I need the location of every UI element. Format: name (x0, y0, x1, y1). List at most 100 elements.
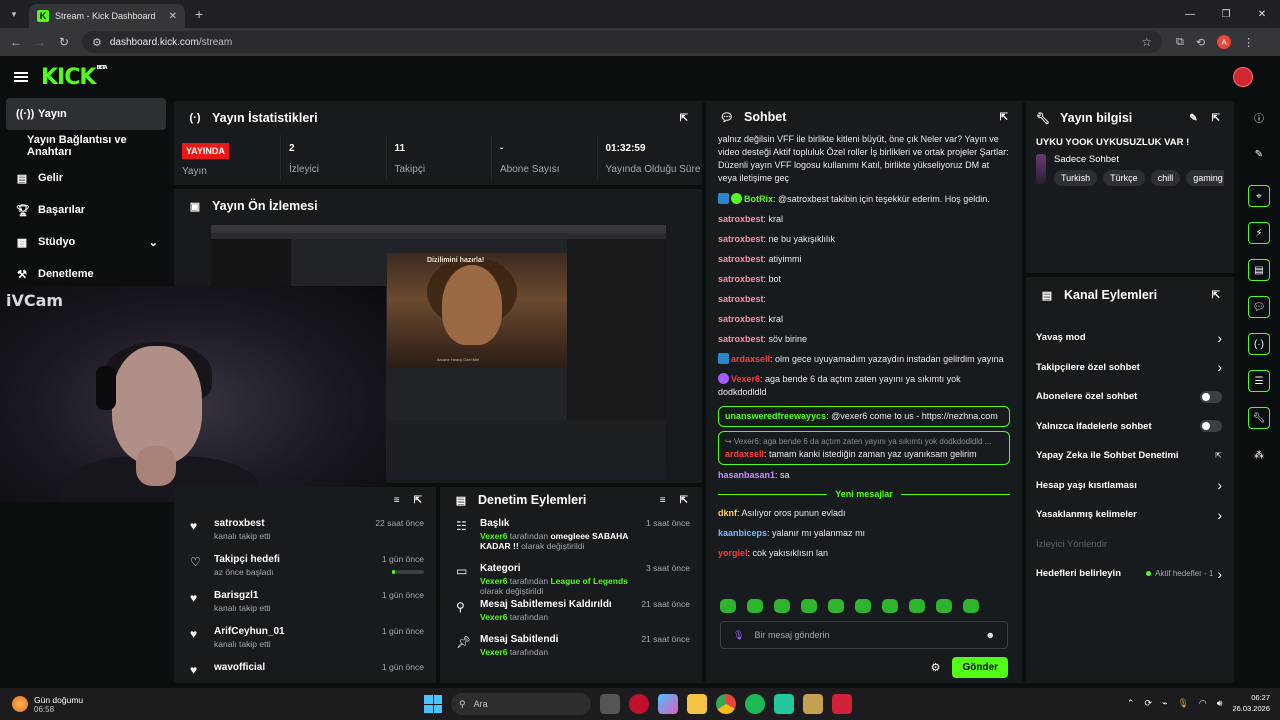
network-icon[interactable]: ⌁ (1162, 698, 1167, 709)
chat-message[interactable]: satroxbest: (718, 293, 1010, 306)
chat-message[interactable]: satroxbest: bot (718, 273, 1010, 286)
chat-username[interactable]: yorgiel (718, 548, 748, 558)
chat-username[interactable]: ardaxsell (725, 449, 764, 459)
chat-username[interactable]: satroxbest (718, 214, 764, 224)
chat-username[interactable]: BotRix (744, 194, 773, 204)
popout-icon[interactable]: ⇱ (680, 113, 688, 124)
minimize-button[interactable]: — (1172, 0, 1208, 28)
wifi-icon[interactable]: ◠ (1199, 698, 1207, 709)
close-window-button[interactable]: ✕ (1244, 0, 1280, 28)
chat-username[interactable]: satroxbest (718, 294, 764, 304)
sidebar-item-stream[interactable]: ((·)) Yayın (6, 98, 166, 130)
forward-button[interactable]: → (28, 35, 52, 49)
chat-message[interactable]: BotRix: @satroxbest takibin için teşekkü… (718, 193, 1010, 206)
spotify-icon[interactable] (745, 694, 765, 714)
chat-message[interactable]: satroxbest: kral (718, 213, 1010, 226)
emote-button[interactable] (747, 599, 763, 613)
chat-settings-icon[interactable]: ⚙ (931, 661, 941, 674)
chat-username[interactable]: satroxbest (718, 234, 764, 244)
emote-button[interactable] (936, 599, 952, 613)
close-tab-icon[interactable]: ✕ (169, 11, 177, 22)
chat-username[interactable]: satroxbest (718, 274, 764, 284)
chat-message[interactable]: ardaxsell: olm gece uyuyamadım yazaydın … (718, 353, 1010, 366)
subscribers-only-toggle[interactable] (1200, 390, 1222, 403)
popout-icon[interactable]: ⇱ (414, 495, 422, 506)
followers-only-row[interactable]: Takipçilere özel sohbet › (1026, 353, 1234, 383)
chevron-up-icon[interactable]: ⌃ (1127, 698, 1135, 709)
microphone-icon[interactable]: 🎙︎ (733, 630, 744, 641)
chat-username[interactable]: satroxbest (718, 334, 764, 344)
task-view-icon[interactable] (600, 694, 620, 714)
emote-only-toggle[interactable] (1200, 420, 1222, 433)
emote-button[interactable] (882, 599, 898, 613)
sync-icon[interactable]: ⟳ (1145, 698, 1153, 709)
chat-username[interactable]: ardaxsell (731, 354, 770, 364)
chrome-icon[interactable] (716, 694, 736, 714)
sidebar-item-studio[interactable]: ▦ Stüdyo ⌄ (0, 226, 172, 258)
maximize-button[interactable]: ❐ (1208, 0, 1244, 28)
chat-message[interactable]: satroxbest: kral (718, 313, 1010, 326)
microphone-icon[interactable]: 🎙︎ (1177, 698, 1188, 709)
volume-icon[interactable]: 🔊︎ (1217, 698, 1223, 709)
menu-icon[interactable] (14, 72, 28, 82)
chat-message[interactable]: kaanbiceps: yalanır mı yalanmaz mı (718, 527, 1010, 540)
sidebar-item-revenue[interactable]: ▤ Gelir (0, 162, 172, 194)
system-clock[interactable]: 06:27 26.03.2026 (1232, 692, 1270, 714)
copilot-icon[interactable] (658, 694, 678, 714)
emote-button[interactable] (909, 599, 925, 613)
clipboard-icon[interactable]: ▤ (1248, 259, 1270, 281)
browser-tab[interactable]: K Stream - Kick Dashboard ✕ (29, 4, 185, 28)
file-explorer-icon[interactable] (687, 694, 707, 714)
chat-message[interactable]: dknf: Asılıyor oros punun evladı (718, 507, 1010, 520)
filter-icon[interactable]: ≡ (394, 495, 400, 506)
chat-username[interactable]: kaanbiceps (718, 528, 767, 538)
chat-message[interactable]: satroxbest: atiyimmi (718, 253, 1010, 266)
emote-button[interactable] (801, 599, 817, 613)
lightning-app-icon[interactable] (832, 694, 852, 714)
streaming-app-icon[interactable] (803, 694, 823, 714)
history-icon[interactable]: ⟲ (1196, 36, 1205, 49)
kick-logo[interactable]: KICKBETA (41, 65, 108, 90)
chat-username[interactable]: satroxbest (718, 314, 764, 324)
chat-username[interactable]: Vexer6 (731, 374, 760, 384)
popout-icon[interactable]: ⇱ (1212, 113, 1220, 124)
opera-icon[interactable] (629, 694, 649, 714)
browser-menu-icon[interactable]: ⋮ (1243, 36, 1254, 49)
chat-message[interactable]: unansweredfreewayycs: @vexer6 come to us… (718, 406, 1010, 427)
emote-button[interactable] (720, 599, 736, 613)
ai-moderation-row[interactable]: Yapay Zeka ile Sohbet Denetimi ⇱ (1026, 441, 1234, 471)
new-tab-button[interactable]: + (195, 6, 203, 22)
start-button[interactable] (424, 695, 442, 713)
tab-search-button[interactable]: ▾ (5, 5, 23, 23)
banned-words-row[interactable]: Yasaklanmış kelimeler › (1026, 500, 1234, 530)
emote-button[interactable] (855, 599, 871, 613)
chat-username[interactable]: unansweredfreewayycs (725, 411, 826, 421)
focus-icon[interactable]: ⌖ (1248, 185, 1270, 207)
chat-message[interactable]: satroxbest: söv birine (718, 333, 1010, 346)
chat-username[interactable]: satroxbest (718, 254, 764, 264)
edit-icon[interactable]: ✎ (1248, 143, 1270, 165)
popout-icon[interactable]: ⇱ (1000, 112, 1008, 123)
url-input[interactable]: ⚙ dashboard.kick.com/stream ☆ (82, 31, 1162, 53)
wrench-icon[interactable]: 🔧︎ (1248, 407, 1270, 429)
chat-username[interactable]: hasanbasan1 (718, 470, 775, 480)
reload-button[interactable]: ↻ (52, 35, 76, 49)
bookmark-star-icon[interactable]: ☆ (1141, 35, 1152, 49)
chat-icon[interactable]: 💬︎ (1248, 296, 1270, 318)
chat-message[interactable]: yorgiel: cok yakısıklısın lan (718, 547, 1010, 560)
chat-message[interactable]: ↪ Vexer6: aga bende 6 da açtım zaten yay… (718, 431, 1010, 465)
popout-icon[interactable]: ⇱ (1212, 290, 1220, 301)
emote-button[interactable] (963, 599, 979, 613)
game-launcher-icon[interactable] (774, 694, 794, 714)
info-icon[interactable]: ⓘ (1248, 106, 1270, 128)
chat-username[interactable]: dknf (718, 508, 737, 518)
add-widget-icon[interactable]: ⁂ (1248, 444, 1270, 466)
chat-input[interactable]: 🎙︎ Bir mesaj gönderin ☻ (720, 621, 1008, 649)
emote-button[interactable] (828, 599, 844, 613)
broadcast-icon[interactable]: (·) (1248, 333, 1270, 355)
taskbar-search[interactable]: ⚲ Ara (451, 693, 591, 715)
site-info-icon[interactable]: ⚙ (92, 36, 102, 49)
slow-mode-row[interactable]: Yavaş mod › (1026, 323, 1234, 353)
weather-widget[interactable]: Gün doğumu 06:58 (12, 695, 83, 714)
lightning-icon[interactable]: ⚡︎ (1248, 222, 1270, 244)
